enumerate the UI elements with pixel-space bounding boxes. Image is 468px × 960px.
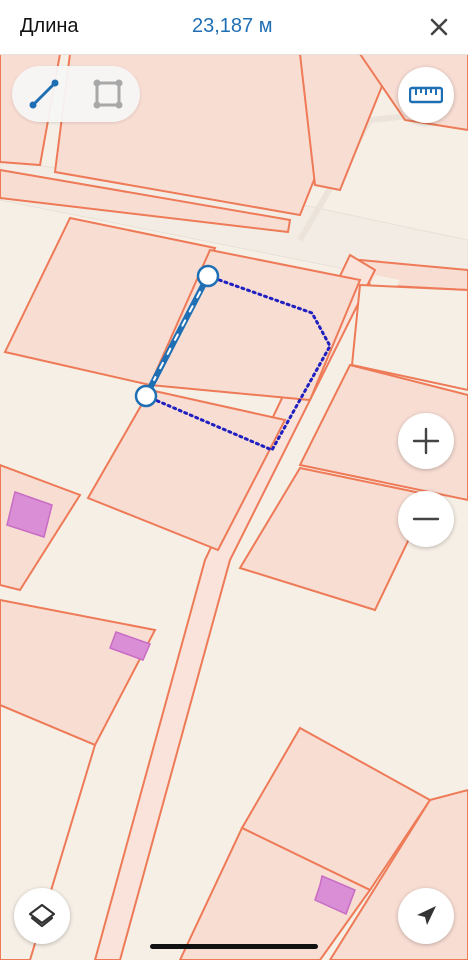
layers-button[interactable] [14,888,70,944]
measure-start-handle[interactable] [196,264,220,288]
plus-icon [412,427,440,455]
zoom-in-button[interactable] [398,413,454,469]
location-arrow-icon [417,906,436,925]
measure-mode-toggle [12,66,140,122]
ruler-icon [409,86,443,104]
zoom-out-button[interactable] [398,491,454,547]
measure-header: Длина 23,187 м [0,0,468,55]
polygon-mode-button[interactable] [86,72,130,116]
line-tool-icon [29,79,59,109]
polygon-tool-icon [93,79,123,109]
home-indicator [150,944,318,949]
measure-end-handle[interactable] [134,384,158,408]
measure-length-value: 23,187 м [192,15,273,37]
measure-title: Длина [20,15,79,37]
map-canvas [0,54,468,960]
line-mode-button[interactable] [22,72,66,116]
map-view[interactable] [0,54,468,960]
close-button[interactable] [424,12,454,42]
close-icon [430,18,448,36]
minus-icon [412,517,440,521]
ruler-button[interactable] [398,67,454,123]
layers-icon [28,903,56,928]
my-location-button[interactable] [398,888,454,944]
